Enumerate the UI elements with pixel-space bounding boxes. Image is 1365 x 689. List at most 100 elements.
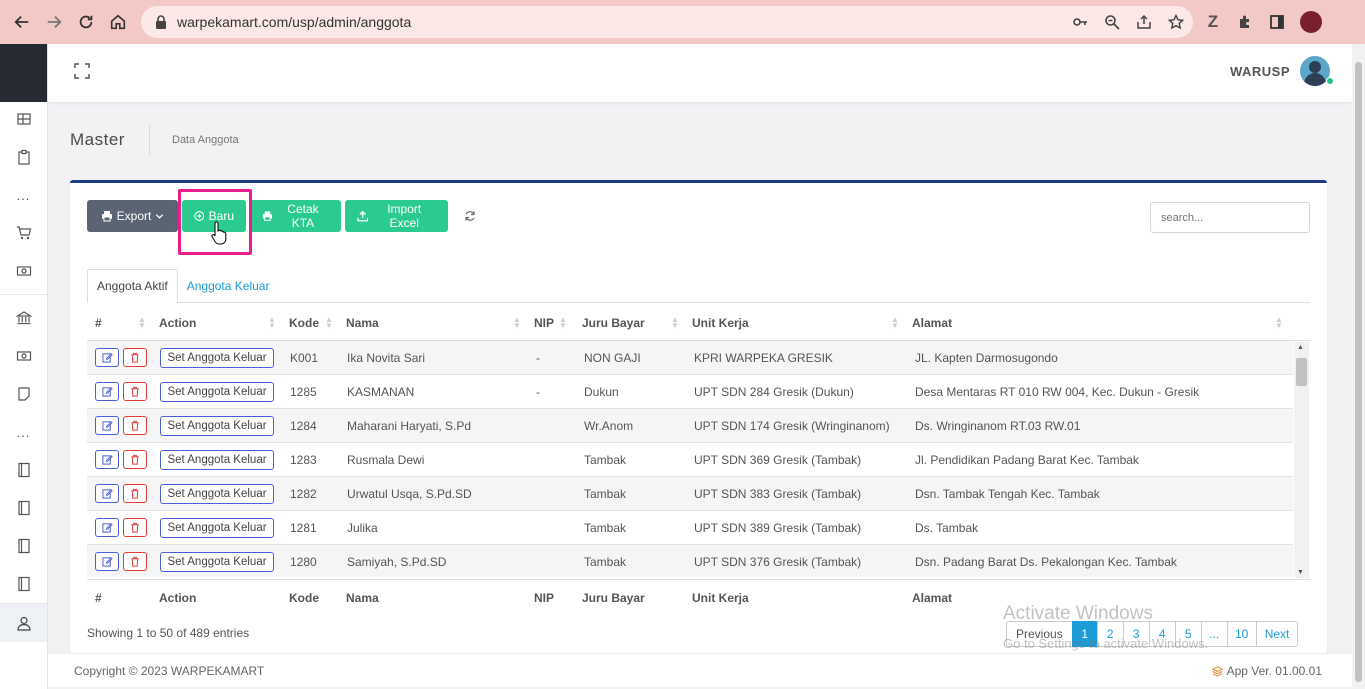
toolbar: Export Baru Cetak KTA Import Excel: [87, 200, 486, 232]
extension-z-icon[interactable]: Z: [1204, 12, 1222, 31]
cell-kode: K001: [290, 351, 319, 365]
set-anggota-keluar-button[interactable]: Set Anggota Keluar: [160, 484, 274, 504]
set-anggota-keluar-button[interactable]: Set Anggota Keluar: [160, 416, 274, 436]
edit-icon[interactable]: [95, 552, 119, 571]
col-header-unit-kerja[interactable]: Unit Kerja: [692, 305, 749, 341]
print-kta-label: Cetak KTA: [287, 202, 319, 230]
set-anggota-keluar-button[interactable]: Set Anggota Keluar: [160, 552, 274, 572]
tab-anggota-keluar[interactable]: Anggota Keluar: [178, 269, 279, 303]
cell-nip: -: [536, 385, 540, 399]
footer: Copyright © 2023 WARPEKAMART App Ver. 01…: [48, 653, 1352, 687]
star-icon[interactable]: [1167, 13, 1185, 31]
col-header-action[interactable]: Action: [159, 305, 196, 341]
hand-cursor-icon: [211, 221, 227, 245]
edit-icon[interactable]: [95, 416, 119, 435]
cell-kode: 1284: [290, 419, 317, 433]
book-icon-3[interactable]: [0, 527, 47, 565]
sidepanel-icon[interactable]: [1268, 13, 1286, 31]
cart-icon[interactable]: [0, 214, 47, 252]
col-header-nip[interactable]: NIP: [534, 305, 554, 341]
sort-icon[interactable]: ▲ ▼: [558, 316, 568, 330]
edit-icon[interactable]: [95, 348, 119, 367]
set-anggota-keluar-button[interactable]: Set Anggota Keluar: [160, 382, 274, 402]
sort-icon[interactable]: ▲ ▼: [890, 316, 900, 330]
page-scrollbar[interactable]: [1352, 44, 1365, 689]
set-anggota-keluar-button[interactable]: Set Anggota Keluar: [160, 450, 274, 470]
user-icon[interactable]: [0, 604, 47, 642]
delete-icon[interactable]: [123, 518, 147, 537]
user-name[interactable]: WARUSP: [1230, 64, 1290, 79]
book-icon-4[interactable]: [0, 565, 47, 603]
copyright-text: Copyright © 2023 WARPEKAMART: [74, 664, 265, 678]
delete-icon[interactable]: [123, 450, 147, 469]
sidebar: ... ...: [0, 44, 48, 689]
sort-icon[interactable]: ▲ ▼: [670, 316, 680, 330]
set-anggota-keluar-button[interactable]: Set Anggota Keluar: [160, 518, 274, 538]
bank-icon[interactable]: [0, 299, 47, 337]
col-header-kode[interactable]: Kode: [289, 305, 319, 341]
set-anggota-keluar-button[interactable]: Set Anggota Keluar: [160, 348, 274, 368]
table-row: Set Anggota Keluar 1285 KASMANAN - Dukun UPT …: [87, 375, 1293, 409]
import-excel-label: Import Excel: [387, 202, 422, 230]
table-row: Set Anggota Keluar 1283 Rusmala Dewi Tambak…: [87, 443, 1293, 477]
pagination-page[interactable]: 10: [1226, 621, 1257, 647]
key-icon[interactable]: [1071, 13, 1089, 31]
share-icon[interactable]: [1135, 13, 1153, 31]
col-header-alamat[interactable]: Alamat: [912, 305, 952, 341]
col-header-juru-bayar[interactable]: Juru Bayar: [582, 305, 645, 341]
clipboard-icon[interactable]: [0, 138, 47, 176]
edit-icon[interactable]: [95, 484, 119, 503]
sort-icon[interactable]: ▲ ▼: [1274, 316, 1284, 330]
delete-icon[interactable]: [123, 416, 147, 435]
data-card: Export Baru Cetak KTA Import Excel Anggo…: [70, 180, 1327, 653]
sort-icon[interactable]: ▲ ▼: [137, 316, 147, 330]
delete-icon[interactable]: [123, 382, 147, 401]
forward-icon[interactable]: [38, 6, 70, 38]
windows-activation-title: Activate Windows: [1003, 603, 1153, 624]
sort-icon[interactable]: ▲ ▼: [324, 316, 334, 330]
delete-icon[interactable]: [123, 552, 147, 571]
sort-icon[interactable]: ▲ ▼: [267, 316, 277, 330]
cell-alamat: Dsn. Tambak Tengah Kec. Tambak: [915, 487, 1100, 501]
zoom-icon[interactable]: [1103, 13, 1121, 31]
search-input[interactable]: [1150, 202, 1310, 233]
breadcrumb-divider: [149, 125, 150, 155]
fullscreen-icon[interactable]: [74, 63, 90, 79]
puzzle-icon[interactable]: [1236, 13, 1254, 31]
col-header-number[interactable]: #: [95, 305, 102, 341]
reload-icon[interactable]: [70, 6, 102, 38]
col-header-nama[interactable]: Nama: [346, 305, 379, 341]
home-icon[interactable]: [102, 6, 134, 38]
printer-icon: [101, 211, 112, 222]
delete-icon[interactable]: [123, 484, 147, 503]
print-kta-button[interactable]: Cetak KTA: [250, 200, 341, 232]
book-icon-2[interactable]: [0, 489, 47, 527]
sort-icon[interactable]: ▲ ▼: [512, 316, 522, 330]
refresh-icon[interactable]: [454, 200, 486, 232]
money-icon[interactable]: [0, 252, 47, 290]
delete-icon[interactable]: [123, 348, 147, 367]
dashboard-icon[interactable]: [0, 100, 47, 138]
edit-icon[interactable]: [95, 450, 119, 469]
cell-juru-bayar: Dukun: [584, 385, 619, 399]
page-title: Master: [70, 130, 125, 149]
pagination-next[interactable]: Next: [1255, 621, 1299, 647]
col-footer-action: Action: [159, 591, 197, 605]
table-scrollbar[interactable]: ▲ ▼: [1294, 342, 1309, 578]
edit-icon[interactable]: [95, 382, 119, 401]
note-icon[interactable]: [0, 375, 47, 413]
lock-icon: [156, 15, 166, 29]
edit-icon[interactable]: [95, 518, 119, 537]
back-icon[interactable]: [6, 6, 38, 38]
cash-icon[interactable]: [0, 337, 47, 375]
export-button[interactable]: Export: [87, 200, 178, 232]
address-bar[interactable]: warpekamart.com/usp/admin/anggota: [141, 6, 1193, 38]
sidebar-divider: [0, 294, 47, 295]
cell-nama: Samiyah, S.Pd.SD: [347, 555, 447, 569]
cell-nama: Rusmala Dewi: [347, 453, 425, 467]
tab-anggota-aktif[interactable]: Anggota Aktif: [87, 269, 178, 303]
profile-avatar-icon[interactable]: [1300, 11, 1322, 33]
col-footer-unit-kerja: Unit Kerja: [692, 591, 749, 605]
book-icon[interactable]: [0, 451, 47, 489]
import-excel-button[interactable]: Import Excel: [345, 200, 448, 232]
